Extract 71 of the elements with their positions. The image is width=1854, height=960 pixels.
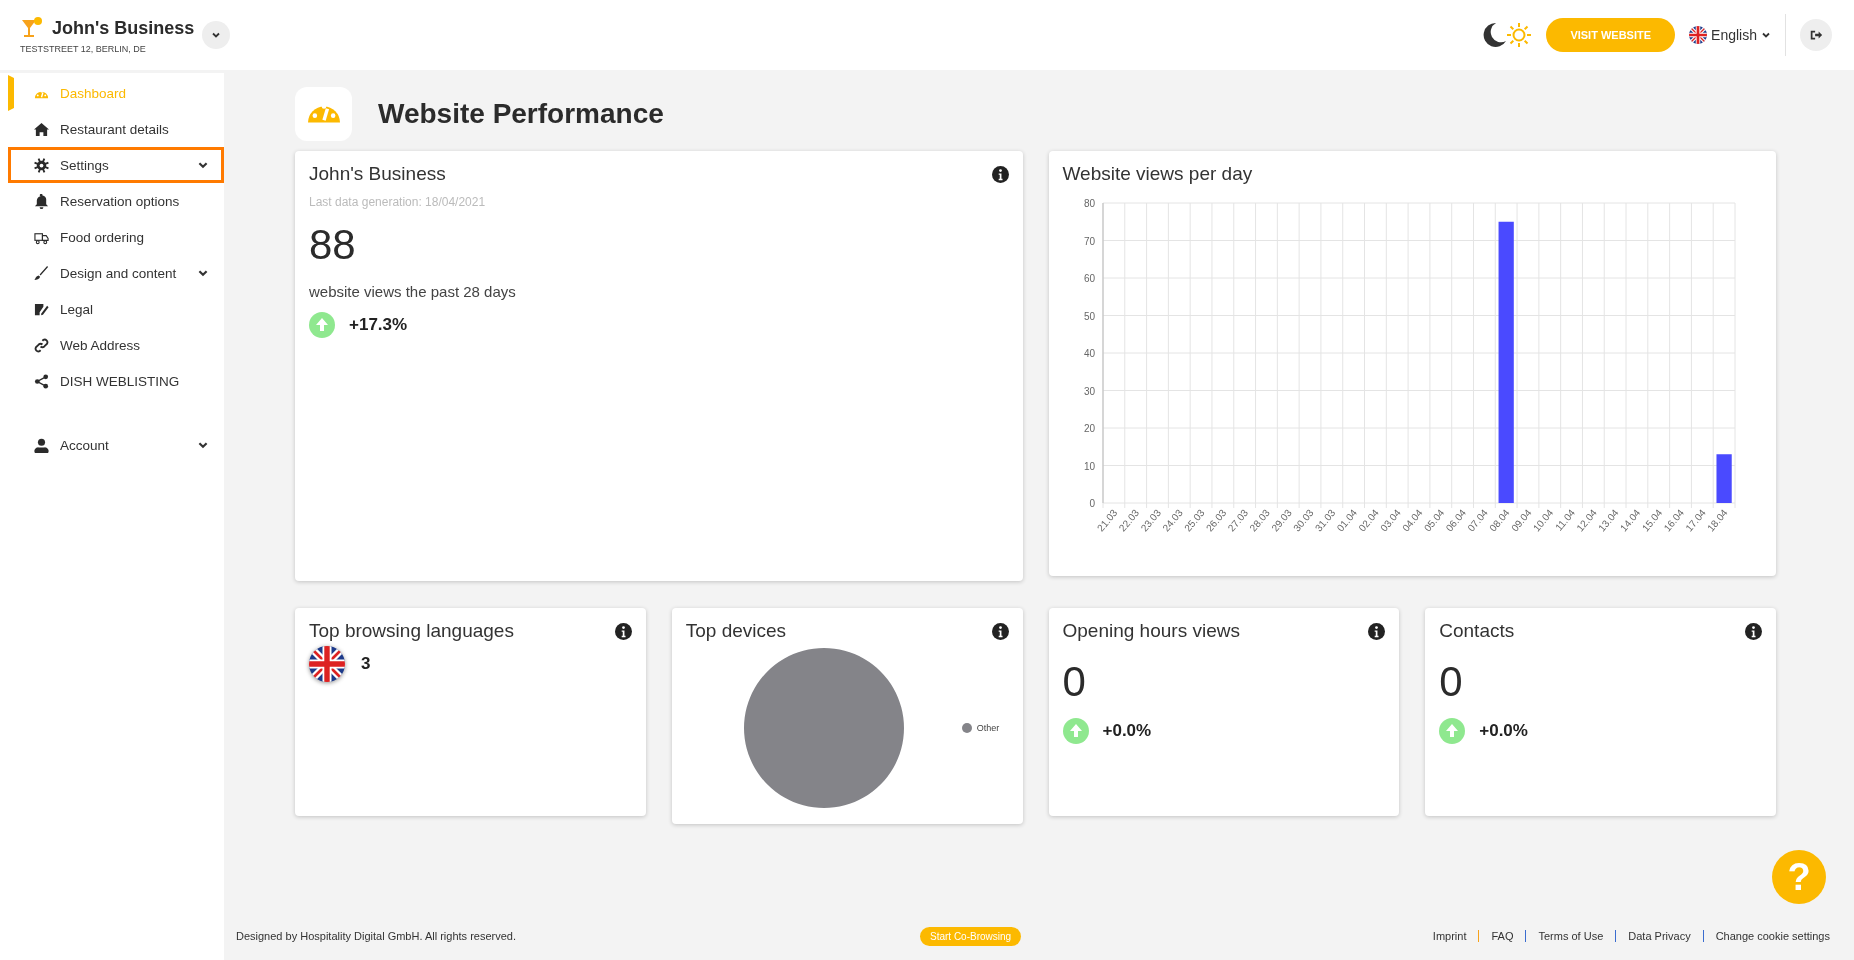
footer-link[interactable]: Data Privacy	[1615, 930, 1703, 942]
legend-label: Other	[976, 723, 1000, 733]
caret-icon	[1761, 30, 1771, 40]
card-title: Opening hours views	[1062, 620, 1240, 642]
stat-value: 0	[1062, 658, 1087, 706]
y-tick-label: 60	[1083, 273, 1095, 284]
change-percent: +0.0%	[1102, 721, 1152, 741]
card-title: John's Business	[309, 163, 446, 185]
logout-icon	[1809, 28, 1823, 42]
home-icon	[34, 121, 49, 137]
sidebar-item[interactable]: Reservation options	[8, 183, 224, 219]
y-tick-label: 30	[1083, 385, 1095, 397]
uk-flag-icon	[309, 646, 345, 682]
views-count: 88	[309, 221, 357, 269]
footer-link[interactable]: FAQ	[1478, 930, 1526, 942]
logout-button[interactable]	[1800, 19, 1832, 51]
card-title: Contacts	[1439, 620, 1515, 642]
y-tick-label: 70	[1083, 235, 1095, 247]
sidebar-item[interactable]: Food ordering	[8, 219, 224, 255]
bell-icon	[34, 193, 49, 209]
info-icon[interactable]	[1368, 622, 1386, 640]
card-title: Top browsing languages	[309, 620, 514, 642]
views-caption: website views the past 28 days	[309, 283, 517, 300]
last-generation-text: Last data generation: 18/04/2021	[309, 195, 487, 209]
gauge-icon	[307, 105, 340, 123]
cocktail-icon	[20, 16, 44, 40]
y-tick-label: 40	[1083, 348, 1095, 359]
y-tick-label: 20	[1083, 423, 1095, 434]
business-address: TESTSTREET 12, BERLIN, DE	[20, 44, 147, 54]
page-title: Website Performance	[378, 98, 664, 130]
footer-link[interactable]: Terms of Use	[1525, 930, 1616, 942]
stat-value: 0	[1439, 658, 1464, 706]
doc-icon	[34, 301, 49, 317]
info-icon[interactable]	[614, 622, 632, 640]
arrow-up-icon	[309, 312, 335, 338]
arrow-up-icon	[1062, 718, 1089, 744]
arrow-up-icon	[1439, 718, 1466, 744]
sidebar-item[interactable]: Account	[8, 427, 224, 463]
sidebar-item[interactable]: Settings	[8, 147, 224, 183]
info-icon[interactable]	[991, 622, 1009, 640]
language-count: 3	[361, 654, 371, 674]
y-tick-label: 50	[1083, 310, 1095, 322]
info-icon[interactable]	[1745, 622, 1762, 640]
business-name: John's Business	[52, 17, 195, 39]
footer-link[interactable]: Change cookie settings	[1702, 930, 1842, 942]
copyright-text: Designed by Hospitality Digital GmbH. All rights reserved.	[236, 930, 516, 942]
sidebar-item[interactable]: DISH WEBLISTING	[8, 363, 224, 399]
sidebar-item[interactable]: Design and content	[8, 255, 224, 291]
card-title: Top devices	[685, 620, 787, 642]
caret-icon	[211, 30, 222, 40]
legend-dot	[961, 723, 972, 733]
change-percent: +17.3%	[349, 315, 408, 335]
y-tick-label: 10	[1083, 460, 1095, 472]
share-icon	[34, 373, 49, 389]
footer-link[interactable]: Imprint	[1420, 930, 1479, 942]
sidebar-item[interactable]: Restaurant details	[8, 111, 224, 147]
chart-title: Website views per day	[1062, 163, 1254, 185]
sidebar-item[interactable]: Web Address	[8, 327, 224, 363]
y-tick-label: 0	[1088, 498, 1095, 509]
info-icon[interactable]	[991, 165, 1009, 183]
change-percent: +0.0%	[1479, 721, 1528, 741]
brush-icon	[34, 265, 49, 281]
language-selector[interactable]: English	[1689, 26, 1771, 44]
gear-icon	[34, 157, 49, 173]
chart-bar	[1716, 454, 1732, 503]
link-icon	[34, 337, 49, 353]
uk-flag-icon	[1689, 26, 1708, 44]
person-icon	[34, 437, 49, 453]
y-tick-label: 80	[1083, 198, 1095, 209]
sidebar-item[interactable]: Legal	[8, 291, 224, 327]
dark-mode-toggle-icon[interactable]	[1482, 21, 1533, 49]
